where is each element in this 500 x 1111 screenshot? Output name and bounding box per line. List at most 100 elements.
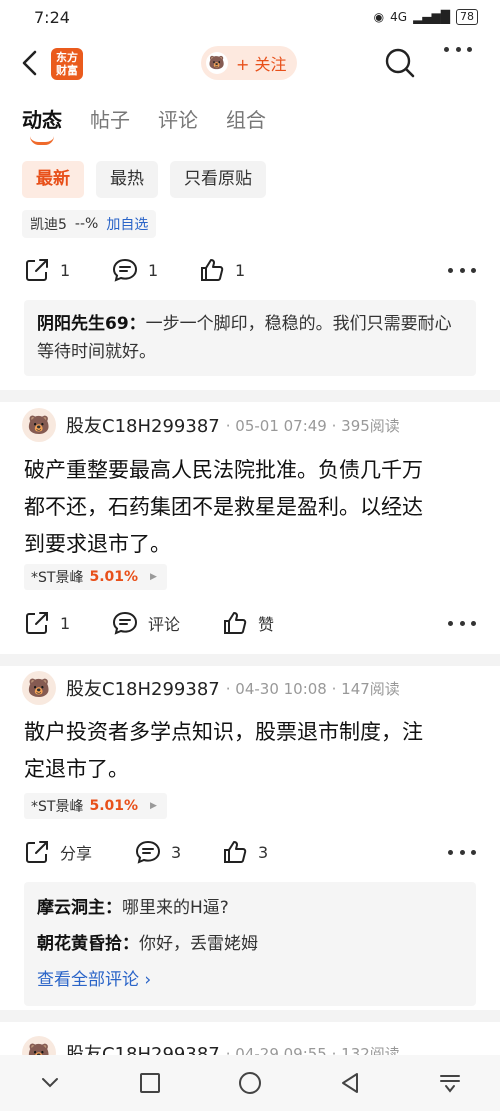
post-header: 🐻 股友C18H299387 · 05-01 07:49 · 395阅读 <box>22 408 400 442</box>
thumbs-up-icon <box>224 841 247 863</box>
search-icon[interactable] <box>384 47 416 79</box>
status-icons: ◉ 4G ▂▄▆█ 78 <box>374 9 478 25</box>
share-button[interactable]: 1 <box>24 255 70 285</box>
post-header: 🐻 股友C18H299387 · 04-30 10:08 · 147阅读 <box>22 671 400 705</box>
view-all-comments-link[interactable]: 查看全部评论 › <box>37 962 463 998</box>
post-line: 定退市了。 <box>24 757 129 781</box>
back-nav-icon[interactable] <box>337 1070 363 1096</box>
signal-icon: ▂▄▆█ <box>413 10 450 24</box>
share-count: 1 <box>60 613 71 633</box>
more-icon[interactable] <box>448 608 476 638</box>
menu-icon[interactable] <box>437 1070 463 1096</box>
top-navbar: 东方 财富 🐻 + 关注 <box>0 34 500 92</box>
comment-button[interactable]: 3 <box>135 837 181 867</box>
stock-percent: 5.01% <box>89 798 139 814</box>
recent-apps-icon[interactable] <box>137 1070 163 1096</box>
reply-user[interactable]: 阴阳先生69： <box>37 314 146 334</box>
play-icon: ▶ <box>150 801 157 811</box>
comment-count: 1 <box>148 260 159 280</box>
follow-label: + 关注 <box>236 55 287 74</box>
post-line: 散户投资者多学点知识，股票退市制度，注 <box>24 720 423 744</box>
logo-line1: 东方 <box>56 51 78 64</box>
stock-tag[interactable]: *ST景峰 5.01% ▶ <box>24 793 167 819</box>
share-button[interactable]: 分享 <box>24 837 92 867</box>
comment-icon <box>135 840 161 864</box>
filter-latest[interactable]: 最新 <box>22 161 84 198</box>
home-icon[interactable] <box>237 1070 263 1096</box>
post-line: 到要求退市了。 <box>24 532 171 556</box>
like-button[interactable]: 3 <box>222 837 268 867</box>
action-bar: 分享 3 3 <box>24 837 476 867</box>
share-icon <box>26 841 48 863</box>
stock-name: 凯迪5 <box>30 217 67 233</box>
like-count: 1 <box>235 260 246 280</box>
action-bar: 1 评论 赞 <box>24 608 476 638</box>
post-content[interactable]: 散户投资者多学点知识，股票退市制度，注 定退市了。 <box>24 714 476 788</box>
tab-bar: 动态 帖子 评论 组合 <box>22 104 266 145</box>
network-label: 4G <box>390 10 408 24</box>
status-time: 7:24 <box>34 7 70 27</box>
comment-icon <box>112 611 138 635</box>
like-count: 3 <box>258 842 269 862</box>
filter-hottest[interactable]: 最热 <box>96 161 158 198</box>
logo-line2: 财富 <box>56 64 78 77</box>
like-button[interactable]: 赞 <box>222 608 274 638</box>
post-username[interactable]: 股友C18H299387 <box>66 675 220 701</box>
stock-tag[interactable]: 凯迪5 --% 加自选 <box>22 210 157 238</box>
chevron-down-icon[interactable] <box>37 1070 63 1096</box>
comment-button[interactable]: 评论 <box>112 608 180 638</box>
comment-item[interactable]: 朝花黄昏拾：你好，丢雷姥姆 <box>37 926 463 962</box>
post-content[interactable]: 破产重整要最高人民法院批准。负债几千万 都不还，石药集团不是救星是盈利。以经达 … <box>24 452 476 563</box>
comment-button[interactable]: 1 <box>112 255 158 285</box>
post-meta: · 04-30 10:08 · 147阅读 <box>225 679 400 698</box>
like-label: 赞 <box>258 615 275 634</box>
comment-text: 哪里来的H逼? <box>122 898 229 918</box>
eye-icon: ◉ <box>373 10 385 24</box>
filter-original-only[interactable]: 只看原贴 <box>170 161 266 198</box>
avatar[interactable]: 🐻 <box>22 408 56 442</box>
comment-count: 3 <box>171 842 182 862</box>
add-watchlist-link[interactable]: 加自选 <box>106 214 148 234</box>
section-divider <box>0 654 500 666</box>
post-line: 都不还，石药集团不是救星是盈利。以经达 <box>24 495 423 519</box>
tab-posts[interactable]: 帖子 <box>90 104 130 133</box>
post-username[interactable]: 股友C18H299387 <box>66 412 220 438</box>
post-meta: · 05-01 07:49 · 395阅读 <box>225 416 400 435</box>
stock-percent: 5.01% <box>89 569 139 585</box>
comment-icon <box>112 258 138 282</box>
like-button[interactable]: 1 <box>199 255 245 285</box>
comment-item[interactable]: 摩云洞主：哪里来的H逼? <box>37 890 463 926</box>
reply-preview[interactable]: 阴阳先生69：一步一个脚印，稳稳的。我们只需要耐心等待时间就好。 <box>24 300 476 376</box>
share-label: 分享 <box>60 844 93 863</box>
comment-preview[interactable]: 摩云洞主：哪里来的H逼? 朝花黄昏拾：你好，丢雷姥姆 查看全部评论 › <box>24 882 476 1006</box>
comment-user[interactable]: 摩云洞主： <box>37 898 122 918</box>
app-logo: 东方 财富 <box>51 48 83 80</box>
more-icon[interactable] <box>448 837 476 867</box>
status-bar: 7:24 ◉ 4G ▂▄▆█ 78 <box>0 0 500 34</box>
tab-comments[interactable]: 评论 <box>158 104 198 133</box>
stock-name: *ST景峰 <box>31 570 84 586</box>
share-button[interactable]: 1 <box>24 608 70 638</box>
section-divider <box>0 1010 500 1022</box>
follow-button[interactable]: 🐻 + 关注 <box>201 46 297 80</box>
avatar[interactable]: 🐻 <box>22 671 56 705</box>
back-icon[interactable] <box>18 48 44 78</box>
more-icon[interactable] <box>444 34 472 64</box>
filter-bar: 最新 最热 只看原贴 <box>22 161 266 198</box>
share-count: 1 <box>60 260 71 280</box>
comment-label: 评论 <box>148 615 181 634</box>
battery-level: 78 <box>456 9 478 25</box>
more-icon[interactable] <box>448 255 476 285</box>
stock-change: --% <box>74 216 99 232</box>
system-nav-bar <box>0 1055 500 1111</box>
share-icon <box>26 259 48 281</box>
tab-dynamic[interactable]: 动态 <box>22 104 62 145</box>
avatar-icon: 🐻 <box>206 52 228 74</box>
action-bar: 1 1 1 <box>24 255 476 285</box>
share-icon <box>26 612 48 634</box>
thumbs-up-icon <box>224 612 247 634</box>
post-line: 破产重整要最高人民法院批准。负债几千万 <box>24 458 423 482</box>
stock-tag[interactable]: *ST景峰 5.01% ▶ <box>24 564 167 590</box>
tab-portfolio[interactable]: 组合 <box>226 104 266 133</box>
comment-user[interactable]: 朝花黄昏拾： <box>37 934 139 954</box>
